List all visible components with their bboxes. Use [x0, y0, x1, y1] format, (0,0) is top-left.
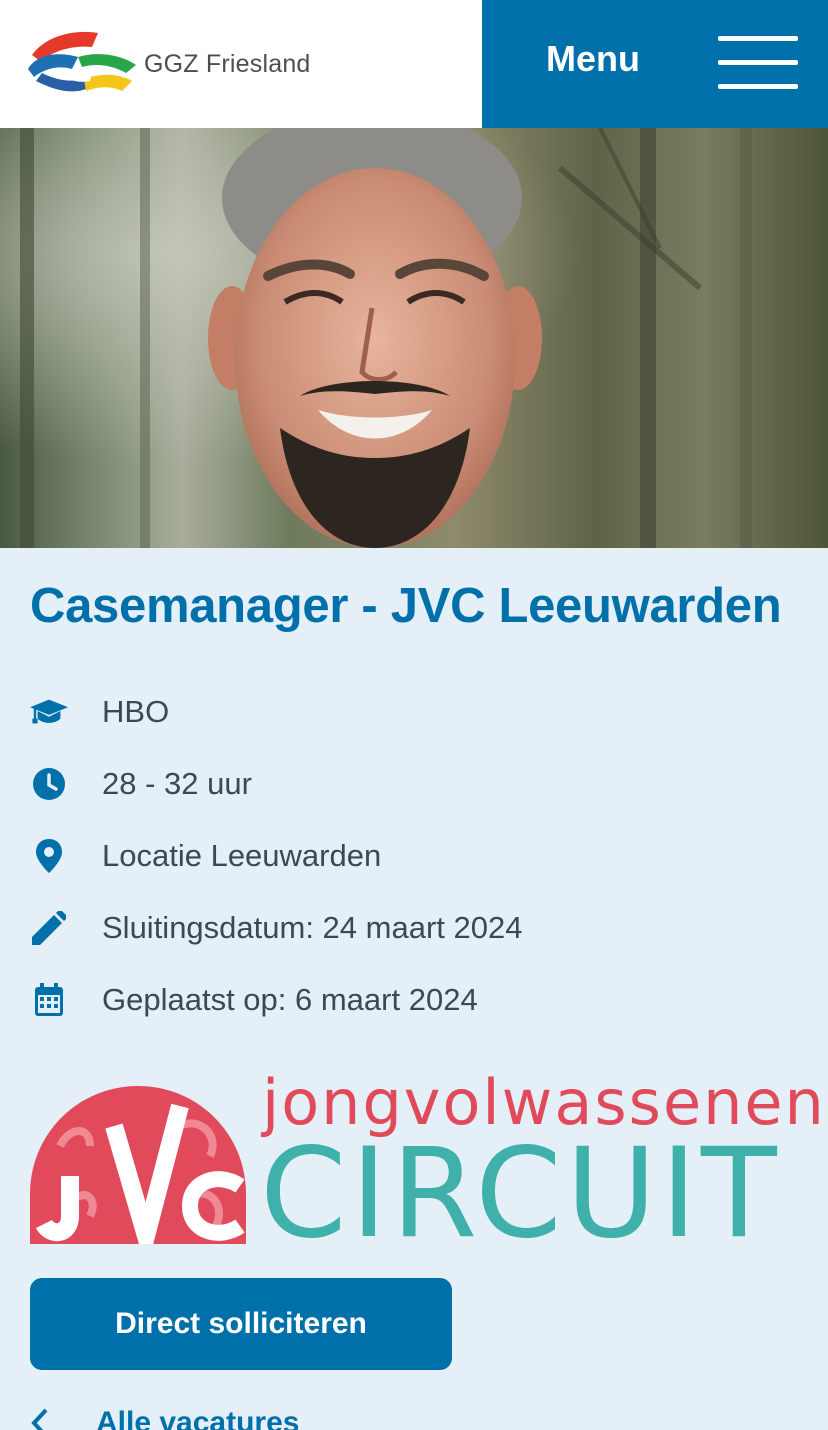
job-meta-list: HBO 28 - 32 uur Locatie Leeuwarden Sluit…	[30, 676, 790, 1036]
hero-photo-illustration	[0, 128, 828, 548]
menu-button[interactable]: Menu	[482, 0, 828, 128]
brand-name: GGZ Friesland	[144, 49, 311, 78]
meta-hours: 28 - 32 uur	[30, 748, 790, 820]
meta-closing-date-text: Sluitingsdatum: 24 maart 2024	[102, 910, 523, 945]
meta-posted-date: Geplaatst op: 6 maart 2024	[30, 964, 790, 1036]
jvc-logo-line2: CIRCUIT	[260, 1122, 781, 1266]
hero-photo	[0, 128, 828, 548]
menu-label: Menu	[546, 38, 640, 79]
location-pin-icon	[30, 837, 68, 875]
ggz-logo-icon	[28, 31, 136, 92]
graduation-cap-icon	[30, 693, 68, 731]
jvc-logo: jongvolwassenen CIRCUIT	[30, 1066, 824, 1256]
chevron-left-icon	[31, 1408, 48, 1430]
home-logo-link[interactable]: GGZ Friesland	[0, 0, 482, 128]
clock-icon	[30, 765, 68, 803]
meta-location: Locatie Leeuwarden	[30, 820, 790, 892]
meta-hours-text: 28 - 32 uur	[102, 766, 252, 801]
meta-posted-date-text: Geplaatst op: 6 maart 2024	[102, 982, 478, 1017]
page-title: Casemanager - JVC Leeuwarden	[30, 579, 782, 633]
meta-location-text: Locatie Leeuwarden	[102, 838, 382, 873]
meta-education-text: HBO	[102, 694, 170, 729]
vacancy-content: Casemanager - JVC Leeuwarden HBO 28 - 32…	[0, 548, 828, 1430]
site-header: GGZ Friesland Menu	[0, 0, 828, 128]
meta-education: HBO	[30, 676, 790, 748]
jvc-badge-icon	[30, 1086, 246, 1244]
hamburger-icon	[718, 36, 798, 92]
all-vacancies-link[interactable]: Alle vacatures	[30, 1406, 299, 1430]
apply-button[interactable]: Direct solliciteren	[30, 1278, 452, 1370]
all-vacancies-label: Alle vacatures	[96, 1406, 300, 1430]
calendar-icon	[30, 981, 68, 1019]
meta-closing-date: Sluitingsdatum: 24 maart 2024	[30, 892, 790, 964]
pencil-icon	[30, 909, 68, 947]
